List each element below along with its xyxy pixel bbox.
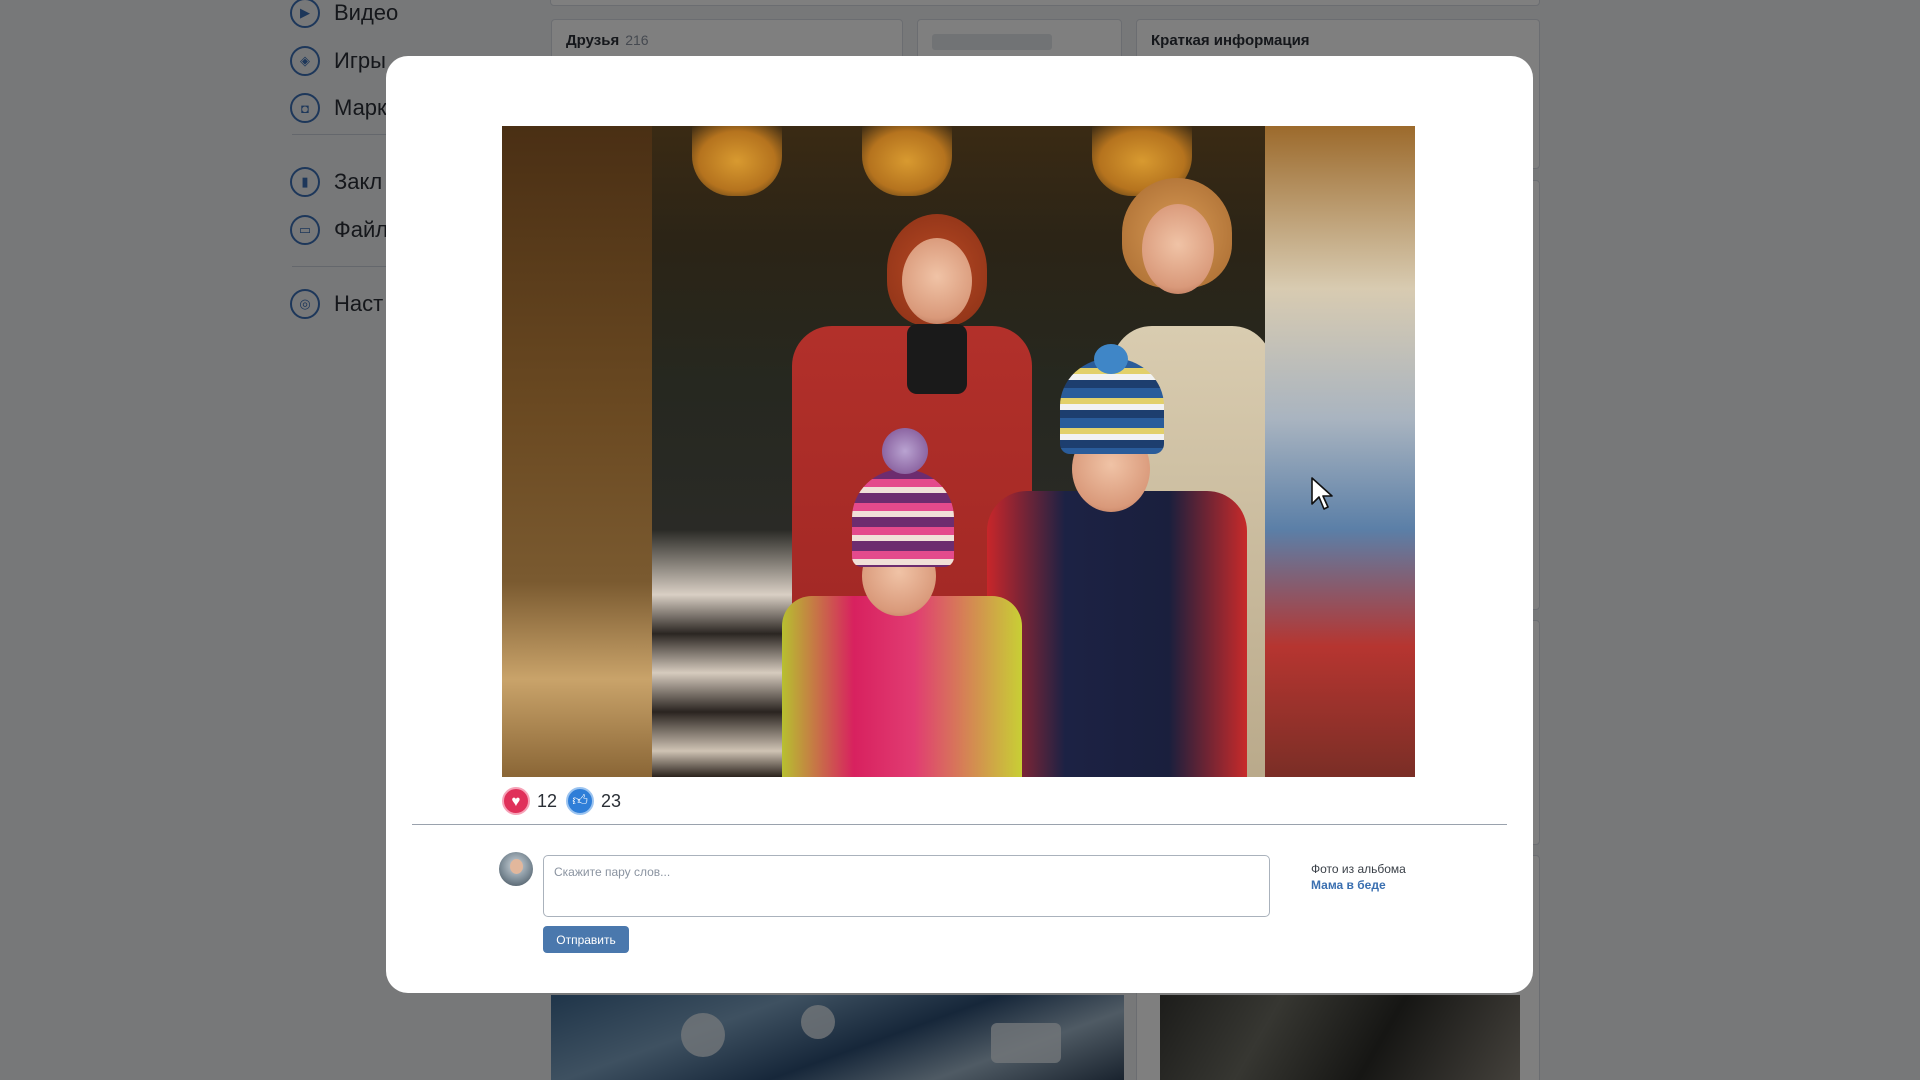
photo-detail bbox=[987, 491, 1247, 777]
modal-divider bbox=[412, 824, 1507, 825]
reactions-bar: ♥ 12 👍︎ 23 bbox=[502, 785, 630, 817]
send-button[interactable]: Отправить bbox=[543, 926, 629, 953]
avatar-face bbox=[510, 859, 523, 874]
photo-detail bbox=[1094, 344, 1128, 374]
album-link[interactable]: Мама в беде bbox=[1311, 878, 1406, 892]
photo-detail bbox=[692, 126, 782, 196]
photo[interactable] bbox=[502, 126, 1415, 777]
photo-detail bbox=[862, 126, 952, 196]
photo-blur-right bbox=[1265, 126, 1415, 777]
album-info: Фото из альбома Мама в беде bbox=[1311, 862, 1406, 892]
photo-detail bbox=[902, 238, 972, 324]
comment-input[interactable] bbox=[543, 855, 1270, 917]
thumbs-up-icon[interactable]: 👍︎ bbox=[566, 787, 595, 815]
heart-icon[interactable]: ♥ bbox=[502, 787, 530, 815]
photo-detail bbox=[907, 324, 967, 394]
mouse-cursor-icon bbox=[1311, 477, 1333, 510]
photo-blur-left bbox=[502, 126, 652, 777]
avatar[interactable] bbox=[499, 852, 533, 886]
photo-detail bbox=[1142, 204, 1214, 294]
heart-count: 12 bbox=[537, 790, 558, 811]
like-count: 23 bbox=[601, 790, 622, 811]
photo-detail bbox=[882, 428, 928, 474]
album-label: Фото из альбома bbox=[1311, 862, 1406, 876]
photo-detail bbox=[852, 469, 954, 567]
photo-main bbox=[652, 126, 1272, 777]
photo-detail bbox=[782, 596, 1022, 777]
photo-viewer-modal: ♥ 12 👍︎ 23 Отправить Фото из альбома Мам… bbox=[386, 56, 1533, 993]
